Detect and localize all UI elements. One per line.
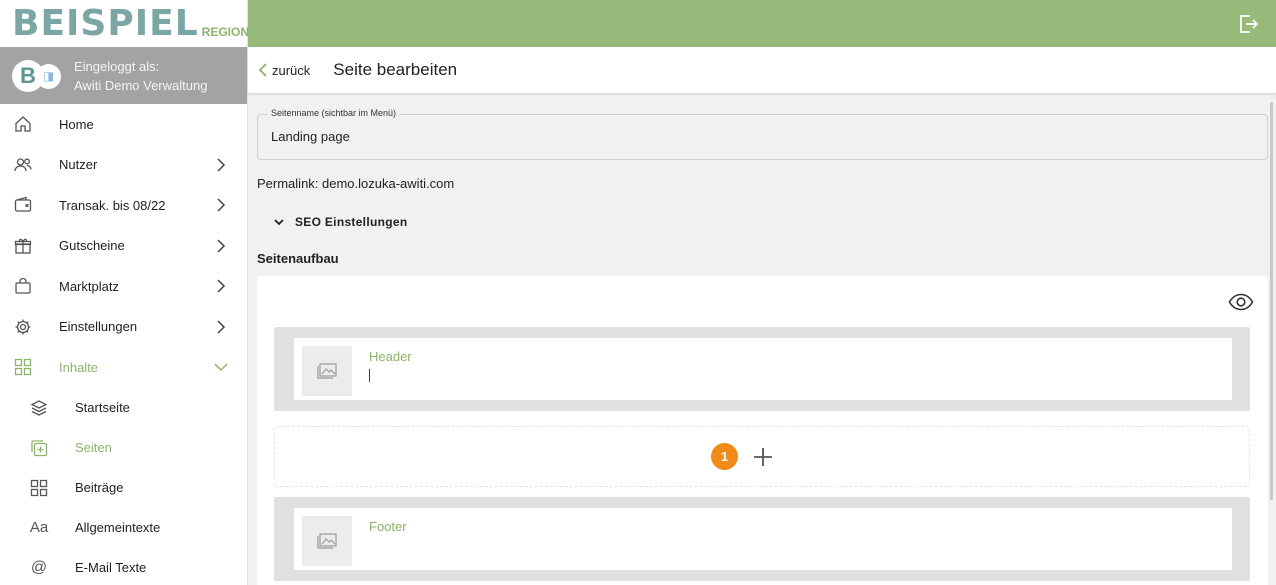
scrollbar[interactable] (1270, 102, 1273, 500)
eye-icon[interactable] (1228, 292, 1254, 312)
plus-icon[interactable] (752, 446, 774, 468)
image-placeholder-icon (302, 516, 352, 566)
user-name: Awiti Demo Verwaltung (74, 77, 208, 93)
topbar (248, 0, 1276, 47)
sidebar: BEISPIEL REGION B ◨ Eingeloggt als: Awit… (0, 0, 250, 585)
sidebar-subitem-seiten[interactable]: Seiten (0, 428, 247, 468)
page-header: zurück Seite bearbeiten (248, 47, 1276, 94)
user-box: B ◨ Eingeloggt als: Awiti Demo Verwaltun… (0, 47, 247, 104)
page-name-field[interactable]: Seitenname (sichtbar im Menü) Landing pa… (257, 108, 1268, 160)
header-block-title: Header (369, 349, 412, 364)
at-icon: @ (30, 558, 48, 576)
page-builder-canvas: Header 1 Footer (257, 276, 1268, 585)
sidebar-subitem-label: Startseite (75, 400, 130, 415)
sidebar-subitem-label: Allgemeintexte (75, 520, 161, 535)
sidebar-item-einstellungen[interactable]: Einstellungen (0, 307, 247, 348)
chevron-down-icon (214, 363, 228, 372)
seo-settings-label: SEO Einstellungen (295, 215, 408, 229)
seo-settings-toggle[interactable]: SEO Einstellungen (273, 215, 407, 229)
section-title: Seitenaufbau (257, 251, 339, 266)
sidebar-item-label: Nutzer (59, 157, 98, 173)
brand-logo[interactable]: BEISPIEL REGION (0, 0, 250, 47)
grid-icon (13, 357, 33, 377)
chevron-right-icon (217, 319, 226, 334)
footer-block[interactable]: Footer (274, 497, 1250, 581)
chevron-right-icon (217, 157, 226, 172)
add-block-zone[interactable]: 1 (274, 426, 1250, 487)
main-content: Seitenname (sichtbar im Menü) Landing pa… (248, 95, 1276, 585)
gift-icon (13, 236, 33, 256)
sidebar-subitem-email-texte[interactable]: @ E-Mail Texte (0, 548, 247, 585)
sidebar-item-transaktionen[interactable]: Transak. bis 08/22 (0, 185, 247, 226)
chevron-left-icon (258, 63, 267, 77)
sidebar-item-label: Marktplatz (59, 278, 119, 294)
back-label: zurück (272, 62, 311, 78)
page-title: Seite bearbeiten (333, 60, 458, 79)
text-cursor (369, 369, 370, 382)
sidebar-item-label: Home (59, 116, 94, 132)
users-icon (13, 155, 33, 175)
image-placeholder-icon (302, 346, 352, 396)
sidebar-item-label: Einstellungen (59, 319, 138, 335)
sidebar-subitem-startseite[interactable]: Startseite (0, 388, 247, 428)
gear-icon (13, 317, 33, 337)
sidebar-item-label: Gutscheine (59, 238, 125, 254)
chevron-down-icon (274, 219, 284, 226)
sidebar-subitem-label: E-Mail Texte (75, 560, 147, 575)
step-badge: 1 (711, 443, 738, 470)
chevron-right-icon (217, 238, 226, 253)
chevron-right-icon (217, 198, 226, 212)
sidebar-subitem-allgemeintexte[interactable]: Aa Allgemeintexte (0, 508, 247, 548)
back-button[interactable]: zurück (257, 62, 310, 78)
layers-icon (29, 398, 49, 418)
sidebar-item-inhalte[interactable]: Inhalte (0, 347, 247, 388)
sidebar-item-label: Inhalte (59, 359, 99, 375)
chevron-right-icon (217, 279, 226, 293)
grid-icon (29, 478, 49, 498)
header-block[interactable]: Header (274, 327, 1250, 411)
logged-in-label: Eingeloggt als: (74, 58, 160, 74)
avatar: B ◨ (12, 59, 62, 92)
page-name-label: Seitenname (sichtbar im Menü) (268, 108, 400, 118)
sidebar-item-label: Transak. bis 08/22 (59, 197, 166, 213)
permalink-text: Permalink: demo.lozuka-awiti.com (257, 176, 455, 191)
logo-region-text: REGION (201, 24, 250, 39)
sidebar-subitem-beitraege[interactable]: Beiträge (0, 468, 247, 508)
footer-block-title: Footer (369, 519, 407, 534)
page-name-input[interactable]: Landing page (271, 129, 350, 144)
shopping-bag-icon (13, 276, 33, 296)
text-icon: Aa (29, 519, 49, 536)
sidebar-item-home[interactable]: Home (0, 104, 247, 145)
logout-icon[interactable] (1236, 12, 1260, 36)
sidebar-subitem-label: Beiträge (75, 480, 124, 495)
sidebar-item-nutzer[interactable]: Nutzer (0, 145, 247, 186)
wallet-icon (13, 195, 33, 215)
sidebar-item-gutscheine[interactable]: Gutscheine (0, 226, 247, 267)
sidebar-subitem-label: Seiten (75, 440, 112, 455)
sidebar-item-marktplatz[interactable]: Marktplatz (0, 266, 247, 307)
add-page-icon (29, 438, 49, 458)
home-icon (13, 114, 33, 134)
logo-text: BEISPIEL (12, 3, 199, 44)
